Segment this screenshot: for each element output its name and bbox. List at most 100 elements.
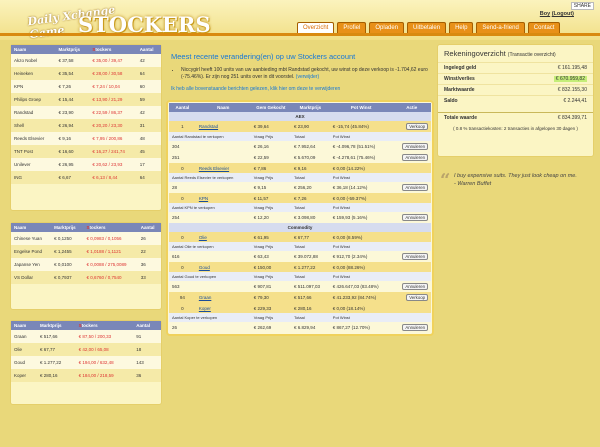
- asset-name: Randstad: [11, 106, 56, 119]
- cell: 1: [169, 121, 196, 132]
- logout-link[interactable]: (Logout): [552, 11, 574, 17]
- holding-name[interactable]: Graan: [195, 292, 251, 303]
- tab-uitbetalen[interactable]: Uitbetalen: [407, 22, 447, 33]
- table-row[interactable]: Japanse Yen € 0,0100 € 0,0088 / 275,0089 36: [11, 258, 161, 271]
- table-row[interactable]: Chinese Yuan € 0,1250 € 0,0983 / 0,1056 26: [11, 232, 161, 245]
- sub-header: Vraag Prijs: [250, 173, 292, 182]
- holding-row: 94 Graan € 79,30 € 517,66 € 41.233,92 (84.74…: [169, 292, 431, 303]
- cell: 48: [136, 132, 161, 145]
- table-row[interactable]: Philips Groep € 15,44 € 13,90 / 21,29 59: [11, 93, 161, 106]
- cell: € 7,86: [250, 163, 292, 173]
- tab-help[interactable]: Help: [449, 22, 474, 33]
- cell: € 23,90: [55, 106, 90, 119]
- sub-header: Vraag Prijs: [250, 272, 292, 281]
- empty: [392, 272, 431, 281]
- sub-header: Pot Winst: [329, 313, 393, 322]
- sub-header: Totaal: [291, 132, 330, 141]
- cancel-order-button[interactable]: Annuleren: [402, 143, 428, 150]
- column-header: Aantal: [169, 103, 196, 112]
- cell: € 41.233,92 (84.74%): [329, 292, 393, 303]
- cell: € 1.277,22: [291, 262, 330, 272]
- asset-name: Goud: [11, 356, 37, 369]
- table-row[interactable]: VS Dollar € 0,7937 € 0,6760 / 0,7540 33: [11, 271, 161, 284]
- tab-profiel[interactable]: Profiel: [337, 22, 367, 33]
- cell: € 1,2455: [51, 245, 84, 258]
- cell: € 426.647,03 (83.48%): [332, 284, 379, 289]
- cell: € 28,00 / 30,58: [89, 67, 137, 80]
- table-row[interactable]: KPN € 7,26 € 7,24 / 10,04 60: [11, 80, 161, 93]
- table-row[interactable]: Olie € 67,77 € 42,00 / 65,08 18: [11, 343, 161, 356]
- cell: 36: [137, 258, 161, 271]
- cancel-order-button[interactable]: Annuleren: [402, 154, 428, 161]
- holding-name[interactable]: Reeds Elsevier: [195, 163, 251, 173]
- table-row[interactable]: TNT Post € 16,60 € 16,27 / 241,74 45: [11, 145, 161, 158]
- cell: 36: [133, 369, 161, 382]
- sell-button[interactable]: Verkoop: [406, 123, 428, 130]
- holding-name[interactable]: Goud: [195, 262, 251, 272]
- cell: 94: [169, 292, 196, 303]
- table-row[interactable]: Heineken € 35,54 € 28,00 / 30,58 64: [11, 67, 161, 80]
- tab-contact[interactable]: Contact: [527, 22, 561, 33]
- asset-name: Reeds Elsevier: [11, 132, 56, 145]
- clear-messages-link[interactable]: Ik heb alle bovenstaande berichten gelez…: [171, 86, 434, 92]
- cell: € 1.277,22: [36, 356, 76, 369]
- cell: € 39,64: [250, 121, 292, 132]
- table-row[interactable]: Unilever € 26,95 € 20,62 / 23,93 17: [11, 158, 161, 171]
- table-row[interactable]: Reeds Elsevier € 9,16 € 7,95 / 200,86 48: [11, 132, 161, 145]
- tab-overzicht[interactable]: Overzicht: [297, 22, 335, 33]
- currencies-table: Naam Marktprijs Stockers Aantal Chinese Yuan…: [11, 223, 161, 284]
- sell-button[interactable]: Verkoop: [406, 294, 428, 301]
- column-header: Naam: [11, 223, 52, 232]
- tab-sendafriend[interactable]: Send-a-friend: [476, 22, 525, 33]
- account-value: € 834.399,71: [557, 115, 587, 121]
- cell: € 229,33: [250, 303, 292, 313]
- empty: [392, 132, 431, 141]
- sub-header: Totaal: [291, 313, 330, 322]
- account-label: Marktwaarde: [444, 87, 475, 93]
- cell: € -4.096,78 (51.51%): [332, 144, 376, 149]
- table-row[interactable]: Engelse Pond € 1,2455 € 1,0188 / 1,1121 22: [11, 245, 161, 258]
- cancel-order-button[interactable]: Annuleren: [402, 324, 428, 331]
- transaction-overview-link[interactable]: (Transactie overzicht): [508, 52, 556, 58]
- account-label: Totale waarde: [444, 115, 477, 121]
- cell: € 39.072,88: [294, 254, 318, 259]
- order-quantity: 254: [172, 215, 180, 220]
- cell: € 26,95: [55, 158, 90, 171]
- holding-name[interactable]: KPN: [195, 193, 251, 203]
- cancel-order-button[interactable]: Annuleren: [402, 184, 428, 191]
- sub-header: Vraag Prijs: [250, 242, 292, 251]
- sell-order-row: 254 € 12,20 € 3.098,80 € 159,93 (5.16%) Annu…: [169, 212, 431, 223]
- table-row[interactable]: Goud € 1.277,22 € 194,00 / 632,48 143: [11, 356, 161, 369]
- table-row[interactable]: Graan € 517,66 € 87,50 / 200,33 91: [11, 330, 161, 343]
- cell: € 256,20: [294, 185, 312, 190]
- order-subheader: Aantal Koper te verkopen Vraag Prijs Totaa…: [169, 313, 431, 322]
- cell: € 0,00 (14.22%): [329, 163, 393, 173]
- asset-name: Philips Groep: [11, 93, 56, 106]
- message-item: Niccygirl heeft 100 units van uw aanbied…: [181, 67, 434, 81]
- table-row[interactable]: Koper € 280,16 € 184,00 / 218,59 36: [11, 369, 161, 382]
- delete-message-link[interactable]: (verwijder): [296, 74, 319, 80]
- cell: € 511.097,03: [294, 284, 320, 289]
- cell: € 79,30: [250, 292, 292, 303]
- action-cell: [392, 303, 431, 313]
- share-button[interactable]: SHARE: [570, 2, 594, 10]
- cancel-order-button[interactable]: Annuleren: [402, 253, 428, 260]
- table-row[interactable]: Akzo Nobel € 37,58 € 35,00 / 39,47 42: [11, 54, 161, 67]
- holding-name[interactable]: Olie: [195, 232, 251, 242]
- cancel-order-button[interactable]: Annuleren: [402, 283, 428, 290]
- holding-row: 1 Randstad € 39,64 € 23,90 € -15,74 (45.84%)…: [169, 121, 431, 132]
- transaction-cost-note: ( 0.8 % transactiekosten: 2 transacties …: [453, 126, 578, 131]
- tab-opladen[interactable]: Opladen: [369, 22, 405, 33]
- holding-name[interactable]: Koper: [195, 303, 251, 313]
- action-cell: [392, 232, 431, 242]
- asset-name: Japanse Yen: [11, 258, 52, 271]
- cell: € 37,58: [55, 54, 90, 67]
- table-row[interactable]: Randstad € 23,90 € 22,59 / 86,37 42: [11, 106, 161, 119]
- holding-name[interactable]: Randstad: [195, 121, 251, 132]
- username-link[interactable]: Boy: [540, 11, 550, 17]
- table-row[interactable]: Shell € 26,94 € 20,20 / 23,30 31: [11, 119, 161, 132]
- order-label: Aantal Olie te verkopen: [169, 242, 251, 251]
- account-value: € 670.959,82: [553, 76, 587, 82]
- cancel-order-button[interactable]: Annuleren: [402, 214, 428, 221]
- table-row[interactable]: ING € 6,67 € 6,13 / 8,44 64: [11, 171, 161, 184]
